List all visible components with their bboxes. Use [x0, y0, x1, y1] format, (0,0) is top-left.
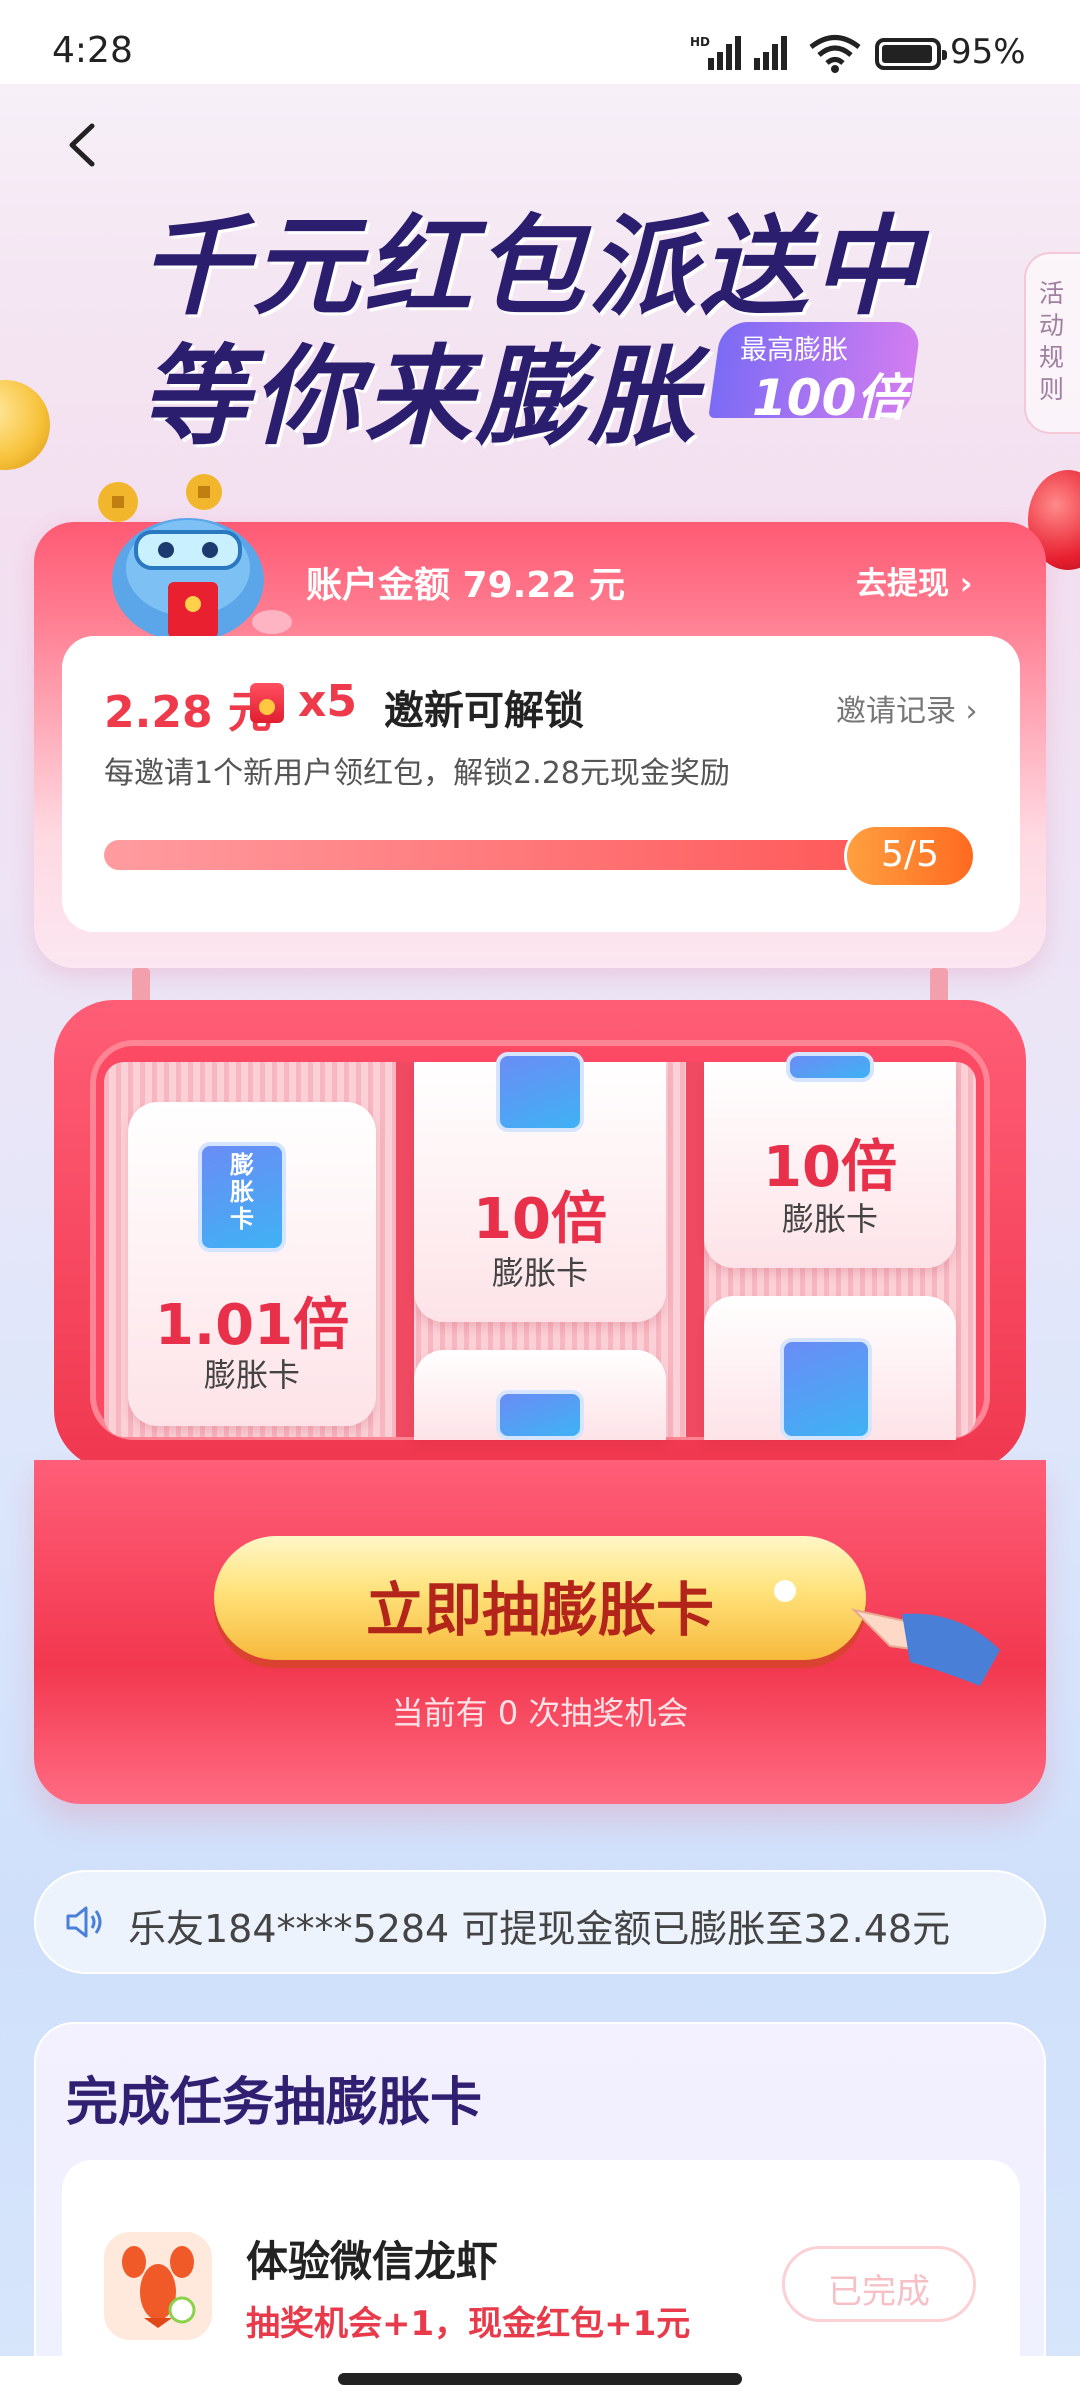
- card-multiplier: 10倍: [763, 1135, 897, 1200]
- speaker-icon: [66, 1906, 102, 1938]
- status-time: 4:28: [52, 30, 133, 71]
- hand-pointer-icon: [850, 1608, 1000, 1686]
- column-divider: [396, 1062, 414, 1437]
- mini-card-icon: 膨胀卡: [198, 1142, 286, 1252]
- coin-decoration: [0, 380, 50, 470]
- signal-icon: [754, 36, 787, 70]
- red-envelope-icon: [250, 683, 284, 723]
- mini-card-icon: [496, 1390, 584, 1440]
- home-indicator[interactable]: [338, 2373, 742, 2385]
- task-button-label: 已完成: [828, 2272, 930, 2312]
- badge-value: 100倍: [752, 369, 907, 427]
- network-label: HD: [690, 35, 710, 49]
- card-multiplier: 10倍: [473, 1187, 607, 1252]
- prize-card: [414, 1350, 666, 1440]
- wifi-icon: [809, 35, 861, 73]
- signal-icon: HD: [690, 35, 741, 70]
- invite-reward-multiplier: x5: [298, 676, 357, 727]
- card-label: 膨胀卡: [781, 1200, 878, 1238]
- draw-chances-text: 当前有 0 次抽奖机会: [391, 1694, 689, 1732]
- card-label: 膨胀卡: [203, 1356, 300, 1394]
- column-divider: [686, 1062, 704, 1437]
- tasks-title: 完成任务抽膨胀卡: [66, 2073, 483, 2133]
- card-label: 膨胀卡: [491, 1254, 588, 1292]
- prize-card: 膨胀卡 1.01倍 膨胀卡: [128, 1102, 376, 1426]
- activity-rules-tab[interactable]: 活动规则: [1024, 252, 1080, 434]
- prize-card: 10倍 膨胀卡: [414, 1052, 666, 1322]
- progress-count: 5/5: [881, 834, 939, 875]
- mini-card-icon: [780, 1338, 872, 1440]
- mini-card-icon: [496, 1052, 584, 1132]
- battery-icon: [875, 38, 947, 70]
- task-name: 体验微信龙虾: [246, 2237, 499, 2286]
- battery-percent: 95%: [950, 32, 1026, 72]
- lobster-icon: [104, 2232, 212, 2340]
- invite-description: 每邀请1个新用户领红包，解锁2.28元现金奖励: [104, 756, 730, 791]
- back-icon[interactable]: [60, 120, 110, 170]
- broadcast-text: 乐友184****5284 可提现金额已膨胀至32.48元: [128, 1907, 951, 1951]
- withdraw-link[interactable]: 去提现 ›: [856, 558, 973, 603]
- invite-reward-amount: 2.28 元: [104, 687, 272, 738]
- draw-card-button-label[interactable]: 立即抽膨胀卡: [214, 1563, 866, 1647]
- mascot-icon: [98, 474, 292, 642]
- invite-title: 邀新可解锁: [384, 688, 584, 734]
- prize-card: [704, 1296, 956, 1440]
- button-highlight: [774, 1580, 796, 1602]
- prize-card: 10倍 膨胀卡: [704, 1052, 956, 1268]
- mini-card-label: 膨胀卡: [230, 1151, 254, 1233]
- card-multiplier: 1.01倍: [154, 1293, 350, 1358]
- invite-record-link[interactable]: 邀请记录 ›: [836, 686, 978, 730]
- rules-label: 活动规则: [1039, 279, 1065, 404]
- account-balance: 账户金额 79.22 元: [306, 565, 625, 606]
- mini-card-icon: [786, 1052, 874, 1082]
- task-reward: 抽奖机会+1，现金红包+1元: [246, 2304, 691, 2344]
- hero-title-line2: 等你来膨胀: [140, 335, 701, 460]
